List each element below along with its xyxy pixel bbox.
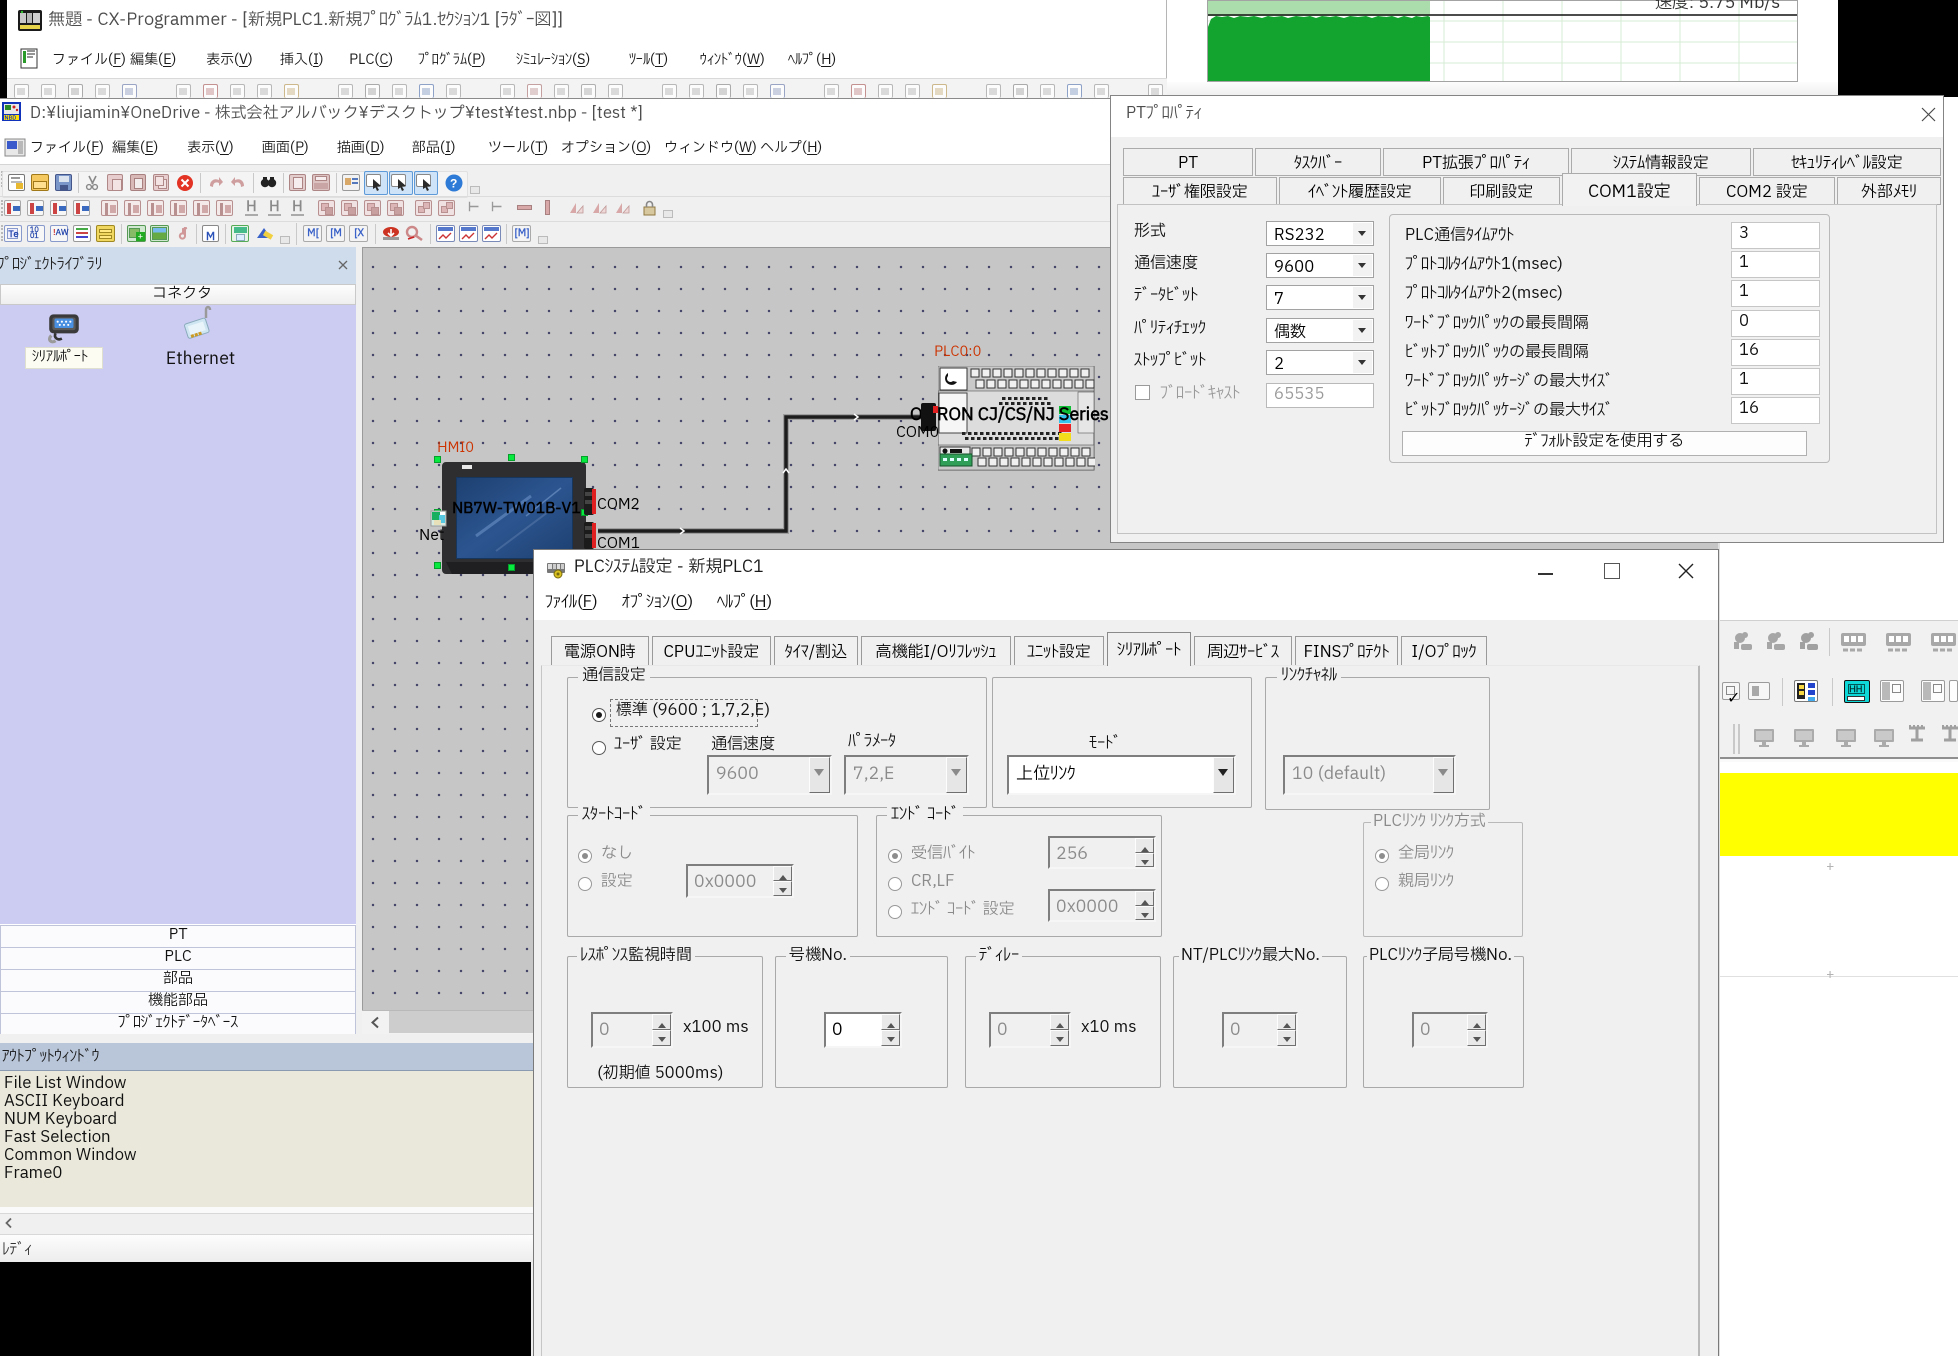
svg-text:?: ?	[450, 176, 457, 193]
svg-text:NBD: NBD	[5, 115, 17, 122]
